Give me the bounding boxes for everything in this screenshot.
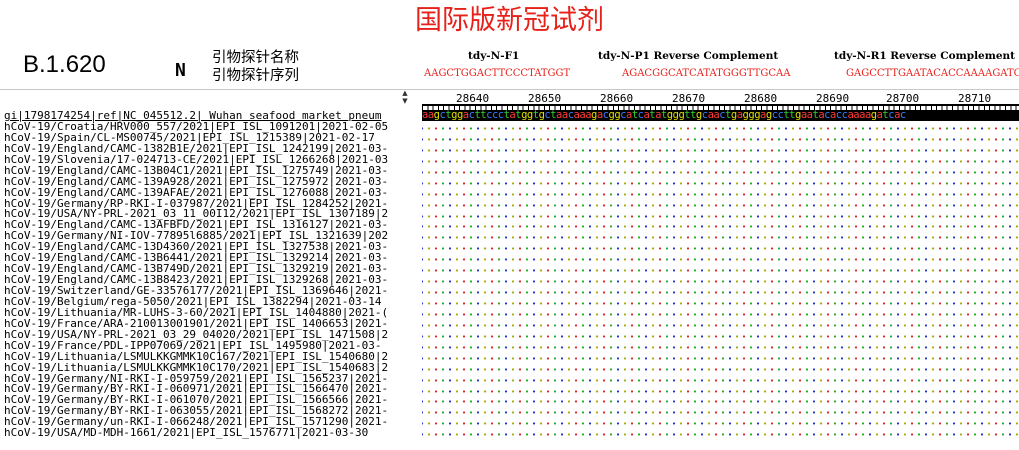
identity-dot-row <box>422 164 1019 176</box>
probe-name-header: 引物探针名称 <box>212 50 299 66</box>
identity-dot-row <box>422 175 1019 187</box>
scroll-up-icon[interactable]: ▲ <box>399 89 411 97</box>
identity-dot-row <box>422 306 1019 318</box>
identity-dot-row <box>422 339 1019 351</box>
identity-dot-row <box>422 197 1019 209</box>
page-title: 国际版新冠试剂 <box>415 5 604 36</box>
identity-dot-row <box>422 153 1019 165</box>
primer-name-p1: tdy-N-P1 Reverse Complement <box>598 50 779 62</box>
identity-dot-row <box>422 263 1019 275</box>
identity-dot-row <box>422 230 1019 242</box>
lineage-label: B.1.620 <box>23 51 106 78</box>
identity-dot-row <box>422 405 1019 417</box>
identity-dot-row <box>422 317 1019 329</box>
sequence-name-row[interactable]: hCoV-19/USA/MD-MDH-1661/2021|EPI_ISL_157… <box>4 427 416 439</box>
probe-seq-header: 引物探针序列 <box>212 68 299 84</box>
identity-dot-row <box>422 296 1019 307</box>
primer-seq-f1: AAGCTGGACTTCCCTATGGT <box>424 68 571 79</box>
identity-dot-row <box>422 142 1019 154</box>
identity-dot-row <box>422 131 1019 143</box>
primer-seq-r1: GAGCCTTGAATACACCAAAAGATCAC <box>846 68 1019 79</box>
scroll-down-icon[interactable]: ▼ <box>399 97 411 105</box>
identity-dot-row <box>422 350 1019 362</box>
identity-dot-row <box>422 383 1019 395</box>
identity-dot-row <box>422 416 1019 428</box>
primer-name-f1: tdy-N-F1 <box>468 50 520 62</box>
alignment-view[interactable]: aagctggacttccctatggtgctaacaaagacggcatcat… <box>422 110 1019 450</box>
base-c: c <box>899 110 906 121</box>
primer-name-r1: tdy-N-R1 Reverse Complement <box>834 50 1016 62</box>
identity-dot-row <box>422 208 1019 220</box>
identity-dot-row <box>422 241 1019 253</box>
scroll-arrows[interactable]: ▲ ▼ <box>399 89 411 105</box>
primer-seq-p1: AGACGGCATCATATGGGTTGCAA <box>622 68 791 79</box>
base-symbol: N <box>175 60 186 81</box>
header-divider <box>0 89 1019 90</box>
identity-dot-row <box>422 328 1019 340</box>
identity-dot-row <box>422 361 1019 373</box>
reference-sequence: aagctggacttccctatggtgctaacaaagacggcatcat… <box>422 110 1019 121</box>
identity-dot-row <box>422 285 1019 296</box>
identity-dot-row <box>422 427 1019 439</box>
sequence-name-list[interactable]: gi|1798174254|ref|NC_045512.2| Wuhan sea… <box>4 111 416 450</box>
identity-dot-row <box>422 121 1019 132</box>
identity-dot-row <box>422 219 1019 231</box>
identity-dot-row <box>422 186 1019 198</box>
identity-dot-row <box>422 274 1019 286</box>
identity-dot-row <box>422 252 1019 264</box>
identity-dot-row <box>422 372 1019 384</box>
identity-dot-row <box>422 394 1019 406</box>
